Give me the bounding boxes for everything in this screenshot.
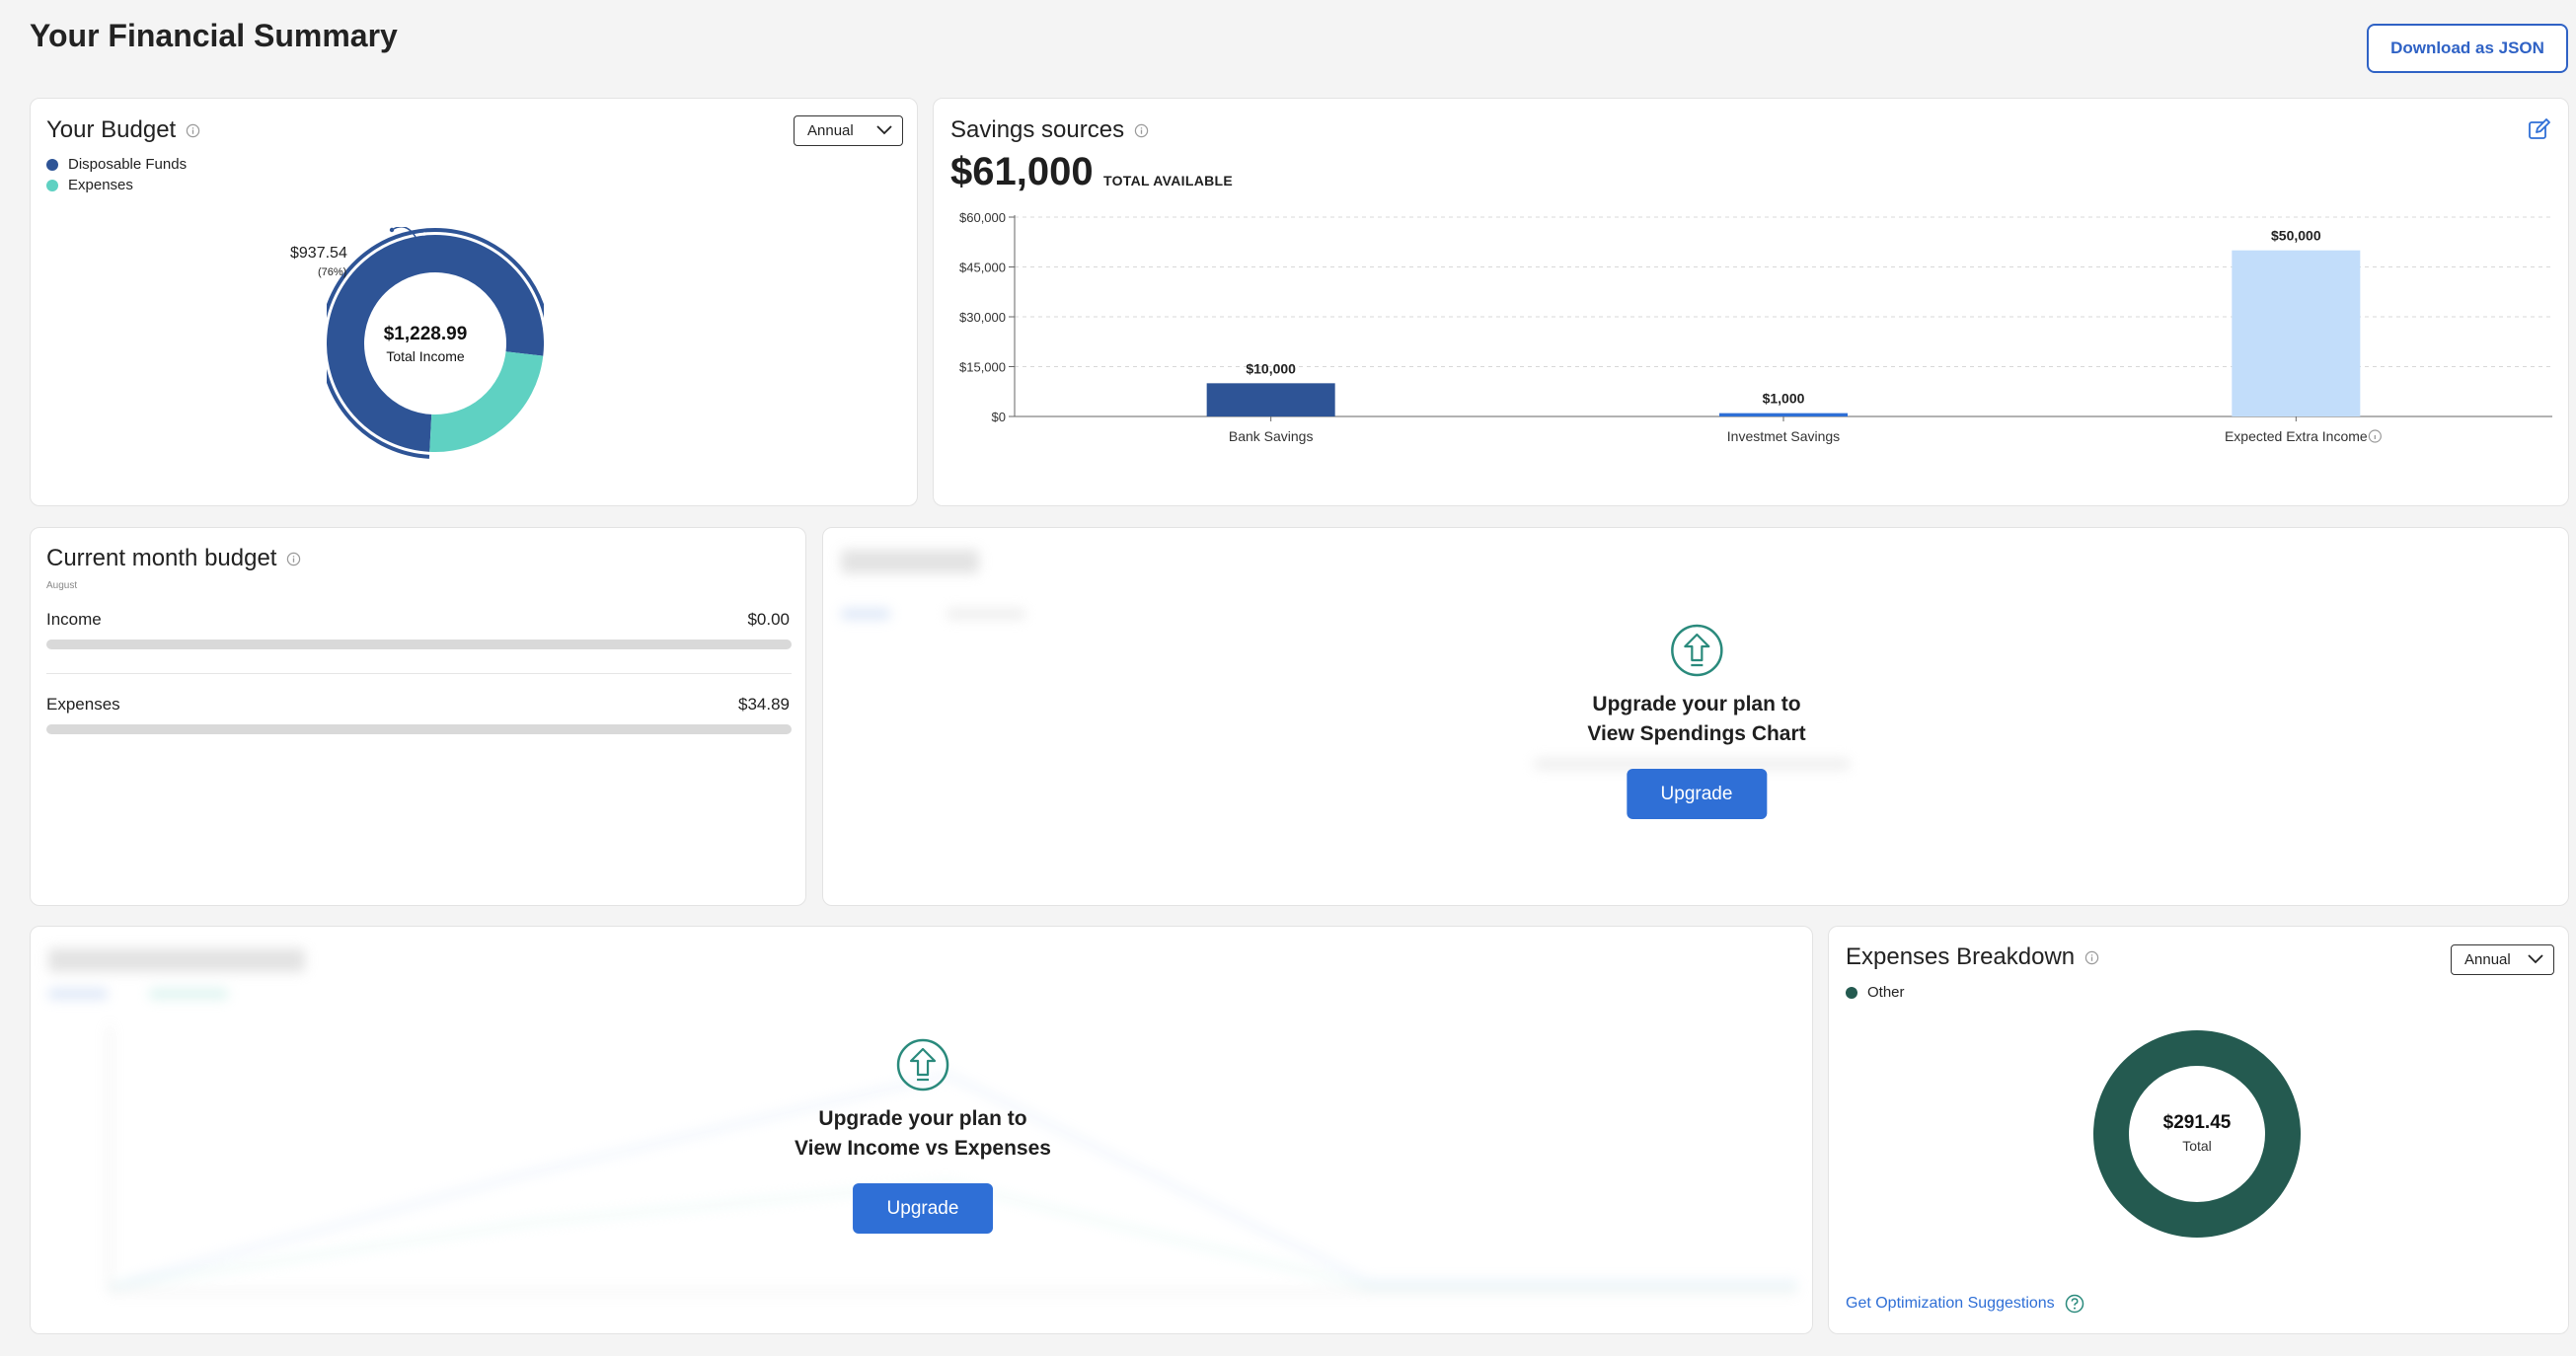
legend-dot-other xyxy=(1846,986,1857,999)
y-tick-label: $60,000 xyxy=(959,210,1006,225)
legend-label-disposable: Disposable Funds xyxy=(68,156,188,173)
bar-value-label: $1,000 xyxy=(1763,391,1805,407)
spendings-upgrade-prompt: Upgrade your plan to View Spendings Char… xyxy=(1587,623,1806,819)
expenses-breakdown-title: Expenses Breakdown xyxy=(1846,943,2099,971)
budget-card: Your Budget Annual Disposable Funds Expe… xyxy=(30,98,918,506)
budget-callout-amount: $937.54 xyxy=(290,245,347,262)
spendings-card: Upgrade your plan to View Spendings Char… xyxy=(822,527,2569,906)
y-tick-label: $45,000 xyxy=(959,261,1006,275)
income-upgrade-button[interactable]: Upgrade xyxy=(852,1183,993,1234)
savings-card: Savings sources $61,000 TOTAL AVAILABLE … xyxy=(933,98,2569,506)
spendings-upgrade-line2: View Spendings Chart xyxy=(1587,722,1806,745)
savings-total-label: TOTAL AVAILABLE xyxy=(1103,173,1234,188)
expenses-breakdown-title-text: Expenses Breakdown xyxy=(1846,943,2076,970)
info-icon[interactable] xyxy=(286,552,301,566)
expenses-total-label: Total xyxy=(2182,1138,2212,1154)
income-row-label: Income xyxy=(46,610,102,629)
current-month-name: August xyxy=(46,580,78,591)
budget-period-value: Annual xyxy=(807,122,854,139)
legend-dot-disposable xyxy=(46,158,58,171)
chevron-down-icon xyxy=(2528,954,2543,964)
chevron-down-icon xyxy=(876,125,892,135)
expenses-slice[interactable] xyxy=(429,350,544,452)
budget-total-amount: $1,228.99 xyxy=(383,324,468,344)
optimization-suggestions-link[interactable]: Get Optimization Suggestions xyxy=(1846,1294,2084,1314)
info-icon[interactable] xyxy=(1134,123,1149,138)
legend-item-other: Other xyxy=(1846,984,1905,1001)
budget-period-select[interactable]: Annual xyxy=(794,115,903,146)
info-icon[interactable] xyxy=(186,123,200,138)
legend-label-other: Other xyxy=(1867,984,1905,1001)
expenses-row-value: $34.89 xyxy=(738,695,790,714)
expenses-row-label: Expenses xyxy=(46,695,120,714)
spendings-upgrade-line1: Upgrade your plan to xyxy=(1592,693,1801,716)
expenses-progress-bar xyxy=(46,724,792,734)
optimization-link-text: Get Optimization Suggestions xyxy=(1846,1295,2055,1312)
current-month-card: Current month budget August Income $0.00… xyxy=(30,527,806,906)
budget-total-label: Total Income xyxy=(386,348,465,364)
savings-card-title: Savings sources xyxy=(950,116,1149,144)
expenses-period-select[interactable]: Annual xyxy=(2451,944,2554,975)
budget-title-text: Your Budget xyxy=(46,116,177,143)
x-tick-label: Expected Extra Income xyxy=(2225,428,2368,444)
y-tick-label: $0 xyxy=(992,410,1006,424)
bar-value-label: $10,000 xyxy=(1246,360,1296,376)
page-title: Your Financial Summary xyxy=(30,18,398,53)
income-expenses-upgrade-prompt: Upgrade your plan to View Income vs Expe… xyxy=(795,1037,1051,1234)
expenses-period-value: Annual xyxy=(2464,951,2511,968)
legend-dot-expenses xyxy=(46,179,58,191)
savings-title-text: Savings sources xyxy=(950,116,1125,143)
expenses-donut-chart xyxy=(2093,1030,2301,1238)
y-tick-label: $15,000 xyxy=(959,360,1006,375)
legend-item-expenses: Expenses xyxy=(46,177,133,193)
callout-dot xyxy=(389,227,395,233)
savings-bar[interactable] xyxy=(1719,413,1848,416)
expenses-total-amount: $291.45 xyxy=(2162,1112,2232,1133)
x-tick-label: Bank Savings xyxy=(1229,428,1314,444)
income-upgrade-line2: View Income vs Expenses xyxy=(795,1137,1051,1160)
legend-label-expenses: Expenses xyxy=(68,177,133,193)
income-progress-bar xyxy=(46,640,792,649)
legend-item-disposable: Disposable Funds xyxy=(46,156,187,173)
other-expenses-slice[interactable] xyxy=(2093,1030,2301,1238)
budget-callout-pct: (76%) xyxy=(318,266,347,278)
upgrade-arrow-icon xyxy=(1670,624,1723,677)
upgrade-arrow-icon xyxy=(896,1038,949,1092)
spendings-upgrade-button[interactable]: Upgrade xyxy=(1626,769,1767,819)
x-tick-label: Investmet Savings xyxy=(1727,428,1840,444)
help-icon[interactable] xyxy=(2065,1294,2084,1314)
download-json-button[interactable]: Download as JSON xyxy=(2367,24,2568,73)
current-month-title: Current month budget xyxy=(46,545,301,572)
savings-bar-chart: $60,000 $45,000 $30,000 $15,000 $0 $10,000 Ban… xyxy=(959,210,2552,444)
savings-bar[interactable] xyxy=(1206,383,1335,416)
income-row-value: $0.00 xyxy=(747,610,790,629)
budget-card-title: Your Budget xyxy=(46,116,200,144)
current-month-title-text: Current month budget xyxy=(46,545,277,571)
budget-donut-chart xyxy=(327,227,544,459)
income-expenses-card: Upgrade your plan to View Income vs Expe… xyxy=(30,926,1813,1334)
edit-icon[interactable] xyxy=(2528,117,2551,141)
savings-total: $61,000 xyxy=(950,150,1094,193)
info-icon[interactable] xyxy=(2084,950,2099,965)
expenses-breakdown-card: Expenses Breakdown Annual Other $291.45 … xyxy=(1828,926,2569,1334)
savings-bar[interactable] xyxy=(2232,250,2361,416)
row-divider xyxy=(46,673,792,674)
bar-value-label: $50,000 xyxy=(2271,228,2321,244)
income-upgrade-line1: Upgrade your plan to xyxy=(818,1107,1027,1130)
y-tick-label: $30,000 xyxy=(959,310,1006,325)
